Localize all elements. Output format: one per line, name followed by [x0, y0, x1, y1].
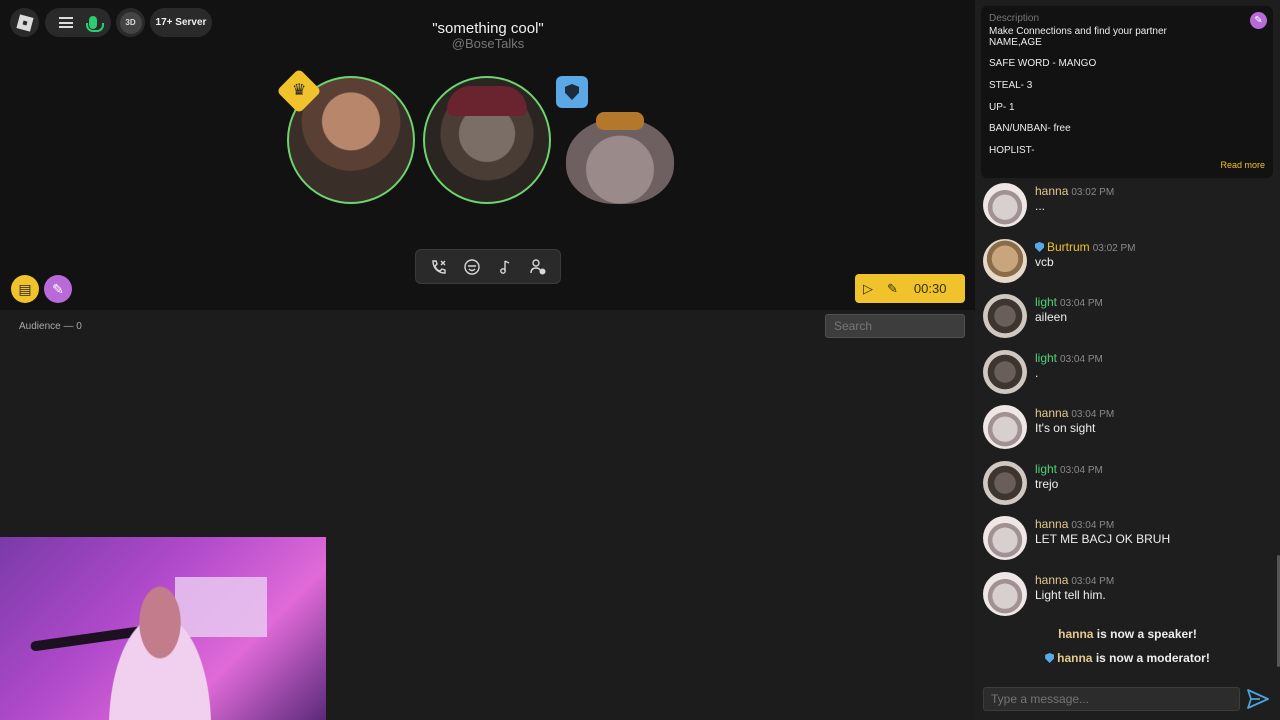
message-time: 03:04 PM [1071, 576, 1115, 587]
moderator-shield-icon [1045, 653, 1055, 663]
moderator-shield-icon [556, 76, 588, 108]
avatar[interactable] [983, 239, 1027, 283]
avatar[interactable] [983, 461, 1027, 505]
message-author[interactable]: light [1035, 462, 1057, 476]
message-text: Light tell him. [1035, 588, 1106, 602]
timer-panel: ▷ ✎ 00:30 [855, 274, 965, 303]
room-title: "something cool" [432, 20, 544, 37]
message-time: 03:04 PM [1071, 409, 1115, 420]
avatar[interactable] [983, 350, 1027, 394]
edit-description-button[interactable]: ✎ [1250, 12, 1267, 29]
stage-area: 3D 17+ Server "something cool" @BoseTalk… [0, 0, 975, 310]
chat-panel: Description Make Connections and find yo… [975, 0, 1280, 720]
message-author[interactable]: hanna [1035, 184, 1068, 198]
avatar[interactable] [983, 516, 1027, 560]
chat-message: hanna 03:04 PM It's on sight [983, 405, 1273, 455]
message-text: vcb [1035, 255, 1054, 269]
system-message-user[interactable]: hanna [1058, 627, 1093, 641]
message-text: ... [1035, 199, 1046, 213]
message-time: 03:04 PM [1060, 465, 1103, 476]
menu-icon[interactable] [59, 17, 73, 28]
server-badge[interactable]: 17+ Server [150, 8, 212, 37]
notes-icon: ▤ [18, 280, 32, 297]
description-label: Description [989, 13, 1040, 24]
chat-message: hanna 03:04 PM Light tell him. [983, 572, 1273, 622]
avatar-icon: 3D [119, 11, 142, 34]
avatar[interactable] [983, 572, 1027, 616]
system-message-user[interactable]: hanna [1057, 651, 1092, 665]
message-text: . [1035, 366, 1039, 380]
read-more-link[interactable]: Read more [1220, 160, 1265, 170]
chat-message: Burtrum 03:02 PM vcb [983, 239, 1273, 289]
send-icon[interactable] [1246, 688, 1270, 710]
end-call-icon[interactable] [426, 254, 452, 280]
microphone-icon[interactable] [86, 16, 104, 32]
description-text: Make Connections and find your partner N… [989, 26, 1167, 156]
avatar[interactable] [983, 405, 1027, 449]
notes-button[interactable]: ▤ [11, 275, 39, 303]
edit-button[interactable]: ✎ [44, 275, 72, 303]
system-message-text: is now a moderator! [1092, 651, 1210, 665]
avatar-button[interactable]: 3D [116, 8, 145, 37]
speaker-avatar-3[interactable] [566, 112, 674, 204]
play-icon[interactable]: ▷ [863, 281, 873, 297]
message-input[interactable] [983, 687, 1240, 711]
menu-mic-group [45, 8, 111, 37]
roblox-logo-icon [15, 13, 34, 32]
stage-controls [415, 249, 561, 284]
message-author[interactable]: light [1035, 295, 1057, 309]
chat-message: light 03:04 PM trejo [983, 461, 1273, 511]
description-card: Description Make Connections and find yo… [981, 6, 1273, 178]
system-message: hanna is now a moderator! [975, 651, 1280, 665]
emoji-icon[interactable] [459, 254, 485, 280]
chat-message: hanna 03:04 PM LET ME BACJ OK BRUH [983, 516, 1273, 566]
pencil-icon: ✎ [52, 280, 64, 297]
message-time: 03:02 PM [1071, 187, 1115, 198]
chat-message: hanna 03:02 PM ... [983, 183, 1273, 233]
avatar[interactable] [983, 183, 1027, 227]
system-message: hanna is now a speaker! [975, 627, 1280, 641]
moderator-shield-icon [1035, 242, 1044, 252]
message-time: 03:04 PM [1071, 520, 1115, 531]
chat-message: light 03:04 PM aileen [983, 294, 1273, 344]
message-author[interactable]: light [1035, 351, 1057, 365]
message-author[interactable]: Burtrum [1047, 240, 1090, 254]
chat-message: light 03:04 PM . [983, 350, 1273, 400]
search-input[interactable] [825, 314, 965, 338]
timer-value: 00:30 [913, 281, 947, 296]
system-message-text: is now a speaker! [1093, 627, 1197, 641]
add-user-icon[interactable] [525, 254, 551, 280]
message-time: 03:04 PM [1060, 298, 1103, 309]
pencil-icon[interactable]: ✎ [887, 281, 898, 297]
message-text: LET ME BACJ OK BRUH [1035, 532, 1171, 546]
webcam-overlay [0, 537, 326, 720]
message-text: It's on sight [1035, 421, 1096, 435]
roblox-menu-button[interactable] [10, 8, 39, 37]
music-icon[interactable] [492, 254, 518, 280]
message-author[interactable]: hanna [1035, 406, 1068, 420]
message-text: aileen [1035, 310, 1068, 324]
message-author[interactable]: hanna [1035, 573, 1068, 587]
speaker-avatar-2[interactable] [423, 76, 551, 204]
room-host: @BoseTalks [451, 36, 525, 51]
message-time: 03:04 PM [1060, 354, 1103, 365]
message-time: 03:02 PM [1092, 243, 1136, 254]
avatar[interactable] [983, 294, 1027, 338]
message-text: trejo [1035, 477, 1059, 491]
audience-label: Audience — 0 [19, 321, 82, 332]
message-author[interactable]: hanna [1035, 517, 1068, 531]
